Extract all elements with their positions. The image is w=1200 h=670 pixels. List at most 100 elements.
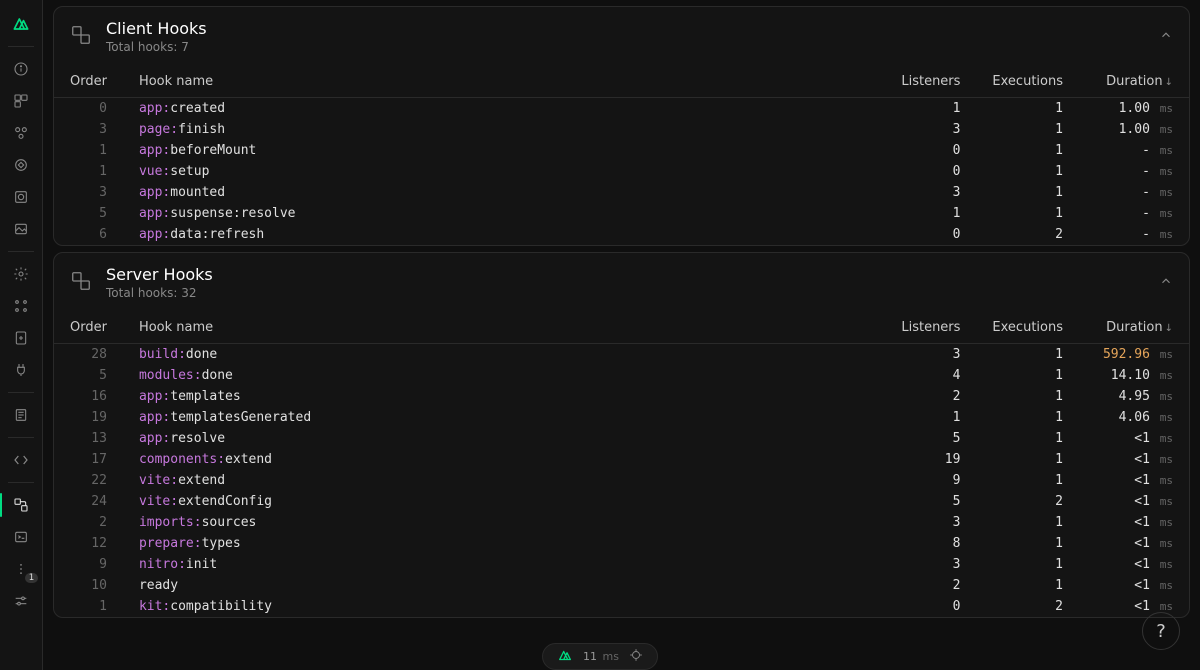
panel-title: Server Hooks: [106, 265, 213, 284]
row-executions: 1: [976, 98, 1079, 120]
row-duration: 4.06 ms: [1079, 407, 1189, 428]
table-row[interactable]: 6app:data:refresh02- ms: [54, 224, 1189, 245]
row-order: 28: [54, 344, 123, 366]
status-bar[interactable]: 11 ms: [542, 643, 658, 670]
settings-icon[interactable]: [0, 258, 42, 290]
main-content: Client Hooks Total hooks: 7 Order Hook n…: [43, 0, 1200, 670]
nuxt-logo-icon[interactable]: [0, 8, 42, 40]
table-row[interactable]: 9nitro:init31<1 ms: [54, 554, 1189, 575]
more-icon[interactable]: 1: [0, 553, 42, 585]
row-order: 6: [54, 224, 123, 245]
imports-icon[interactable]: [0, 149, 42, 181]
table-row[interactable]: 3page:finish311.00 ms: [54, 119, 1189, 140]
hooks-icon[interactable]: [0, 489, 42, 521]
assets-icon[interactable]: [0, 213, 42, 245]
row-listeners: 5: [876, 428, 976, 449]
row-duration: 4.95 ms: [1079, 386, 1189, 407]
plugin-icon[interactable]: [0, 354, 42, 386]
row-name: app:suspense:resolve: [123, 203, 876, 224]
help-button[interactable]: ?: [1142, 612, 1180, 650]
pages-icon[interactable]: [0, 85, 42, 117]
row-executions: 1: [976, 575, 1079, 596]
sliders-icon[interactable]: [0, 585, 42, 617]
runtime-icon[interactable]: [0, 290, 42, 322]
row-duration: <1 ms: [1079, 512, 1189, 533]
table-row[interactable]: 1kit:compatibility02<1 ms: [54, 596, 1189, 617]
col-name[interactable]: Hook name: [123, 66, 876, 98]
table-row[interactable]: 22vite:extend91<1 ms: [54, 470, 1189, 491]
editor-icon[interactable]: [0, 444, 42, 476]
terminal-icon[interactable]: [0, 521, 42, 553]
table-row[interactable]: 28build:done31592.96 ms: [54, 344, 1189, 366]
col-duration[interactable]: Duration↓: [1079, 66, 1189, 98]
table-row[interactable]: 1vue:setup01- ms: [54, 161, 1189, 182]
divider: [8, 437, 34, 438]
row-executions: 2: [976, 491, 1079, 512]
row-executions: 1: [976, 203, 1079, 224]
table-row[interactable]: 16app:templates214.95 ms: [54, 386, 1189, 407]
table-row[interactable]: 24vite:extendConfig52<1 ms: [54, 491, 1189, 512]
components-icon[interactable]: [0, 117, 42, 149]
table-row[interactable]: 10ready21<1 ms: [54, 575, 1189, 596]
row-executions: 1: [976, 344, 1079, 366]
row-executions: 1: [976, 365, 1079, 386]
table-row[interactable]: 0app:created111.00 ms: [54, 98, 1189, 120]
row-name: imports:sources: [123, 512, 876, 533]
table-row[interactable]: 5modules:done4114.10 ms: [54, 365, 1189, 386]
row-executions: 1: [976, 140, 1079, 161]
row-executions: 1: [976, 470, 1079, 491]
row-order: 2: [54, 512, 123, 533]
row-listeners: 9: [876, 470, 976, 491]
row-duration: <1 ms: [1079, 533, 1189, 554]
hooks-panel-icon: [70, 24, 92, 50]
row-duration: 14.10 ms: [1079, 365, 1189, 386]
row-duration: - ms: [1079, 161, 1189, 182]
collapse-icon[interactable]: [1159, 28, 1173, 46]
more-badge: 1: [25, 573, 38, 583]
server-hooks-table: Order Hook name Listeners Executions Dur…: [54, 312, 1189, 617]
col-listeners[interactable]: Listeners: [876, 66, 976, 98]
row-duration: <1 ms: [1079, 428, 1189, 449]
hooks-panel-icon: [70, 270, 92, 296]
col-executions[interactable]: Executions: [976, 66, 1079, 98]
collapse-icon[interactable]: [1159, 274, 1173, 292]
table-row[interactable]: 1app:beforeMount01- ms: [54, 140, 1189, 161]
col-listeners[interactable]: Listeners: [876, 312, 976, 344]
payload-icon[interactable]: [0, 322, 42, 354]
col-executions[interactable]: Executions: [976, 312, 1079, 344]
table-row[interactable]: 5app:suspense:resolve11- ms: [54, 203, 1189, 224]
row-duration: <1 ms: [1079, 596, 1189, 617]
row-order: 24: [54, 491, 123, 512]
info-icon[interactable]: [0, 53, 42, 85]
docs-icon[interactable]: [0, 399, 42, 431]
row-duration: - ms: [1079, 140, 1189, 161]
table-row[interactable]: 12prepare:types81<1 ms: [54, 533, 1189, 554]
client-hooks-panel: Client Hooks Total hooks: 7 Order Hook n…: [53, 6, 1190, 246]
col-order[interactable]: Order: [54, 66, 123, 98]
server-hooks-rows: 28build:done31592.96 ms5modules:done4114…: [54, 344, 1189, 618]
table-row[interactable]: 13app:resolve51<1 ms: [54, 428, 1189, 449]
table-row[interactable]: 3app:mounted31- ms: [54, 182, 1189, 203]
row-order: 1: [54, 140, 123, 161]
row-listeners: 3: [876, 182, 976, 203]
table-row[interactable]: 17components:extend191<1 ms: [54, 449, 1189, 470]
modules-icon[interactable]: [0, 181, 42, 213]
table-row[interactable]: 19app:templatesGenerated114.06 ms: [54, 407, 1189, 428]
row-name: app:data:refresh: [123, 224, 876, 245]
row-duration: 592.96 ms: [1079, 344, 1189, 366]
table-row[interactable]: 2imports:sources31<1 ms: [54, 512, 1189, 533]
target-icon[interactable]: [629, 648, 643, 665]
row-order: 1: [54, 161, 123, 182]
col-duration[interactable]: Duration↓: [1079, 312, 1189, 344]
row-executions: 1: [976, 428, 1079, 449]
sort-desc-icon: ↓: [1165, 77, 1173, 88]
row-listeners: 3: [876, 512, 976, 533]
row-duration: 1.00 ms: [1079, 119, 1189, 140]
col-name[interactable]: Hook name: [123, 312, 876, 344]
row-order: 9: [54, 554, 123, 575]
row-listeners: 19: [876, 449, 976, 470]
panel-header: Server Hooks Total hooks: 32: [54, 253, 1189, 312]
row-executions: 2: [976, 224, 1079, 245]
col-order[interactable]: Order: [54, 312, 123, 344]
row-order: 19: [54, 407, 123, 428]
